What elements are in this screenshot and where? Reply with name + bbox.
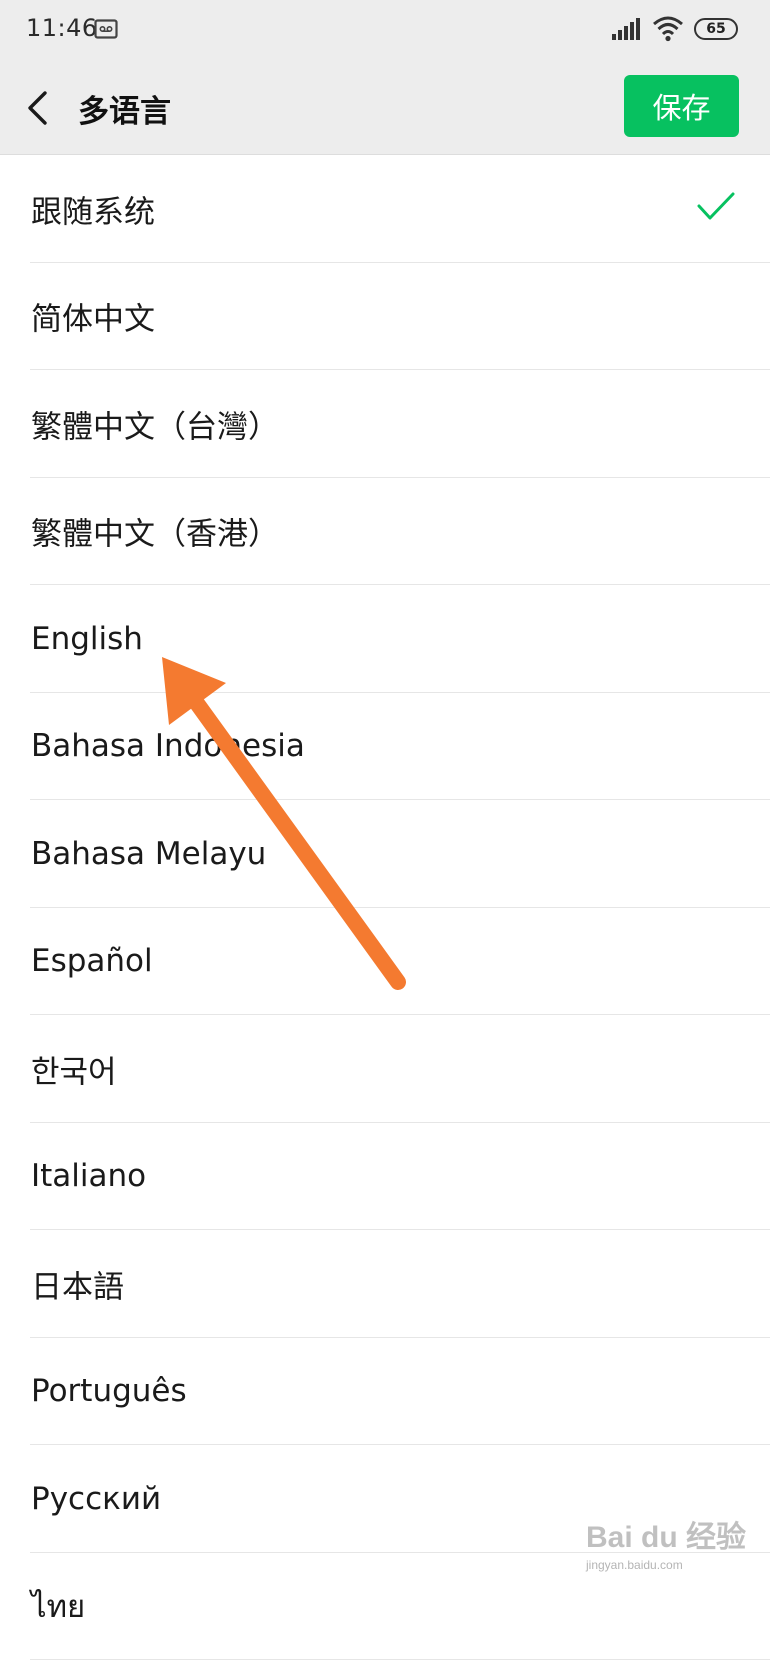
language-item[interactable]: Bahasa Indonesia [0,693,770,801]
language-list: 跟随系统简体中文繁體中文（台灣） 繁體中文（香港） English Bahasa In… [0,155,770,1660]
language-item[interactable]: Português [0,1338,770,1446]
language-item[interactable]: 简体中文 [0,263,770,371]
language-item[interactable]: English [0,585,770,693]
language-label: Bahasa Melayu [31,836,266,872]
language-label: ไทย [31,1581,85,1631]
navigation-bar: 多语言 保存 [0,60,770,155]
page-title: 多语言 [78,86,171,131]
battery-level: 65 [706,21,725,37]
language-label: English [31,621,143,657]
language-label: Bahasa Indonesia [31,728,305,764]
language-item[interactable]: 日本語 [0,1230,770,1338]
language-label: Português [31,1373,187,1409]
language-label: Español [31,943,153,979]
language-label: 繁體中文（台灣） [31,401,279,446]
language-item[interactable]: Bahasa Melayu [0,800,770,908]
language-item[interactable]: Italiano [0,1123,770,1231]
language-label: 한국어 [31,1046,117,1091]
voicemail-icon [94,19,118,39]
language-item[interactable]: ไทย [0,1553,770,1660]
status-time: 11:46 [26,14,98,42]
battery-icon: 65 [694,18,738,40]
language-item[interactable]: Русский [0,1445,770,1553]
save-button[interactable]: 保存 [624,75,739,137]
language-item[interactable]: 繁體中文（台灣） [0,370,770,478]
checkmark-icon [696,191,736,223]
language-item[interactable]: 繁體中文（香港） [0,478,770,586]
signal-icon [612,16,646,42]
language-item[interactable]: 跟随系统 [0,155,770,263]
chevron-left-icon[interactable] [24,90,54,126]
language-item[interactable]: Español [0,908,770,1016]
language-label: 日本語 [31,1261,124,1306]
language-item[interactable]: 한국어 [0,1015,770,1123]
language-label: Русский [31,1481,161,1517]
language-label: 跟随系统 [31,186,155,231]
wifi-icon [652,14,684,42]
status-bar: 11:46 65 [0,0,770,60]
language-label: 简体中文 [31,294,155,339]
language-label: Italiano [31,1158,146,1194]
language-label: 繁體中文（香港） [31,509,279,554]
